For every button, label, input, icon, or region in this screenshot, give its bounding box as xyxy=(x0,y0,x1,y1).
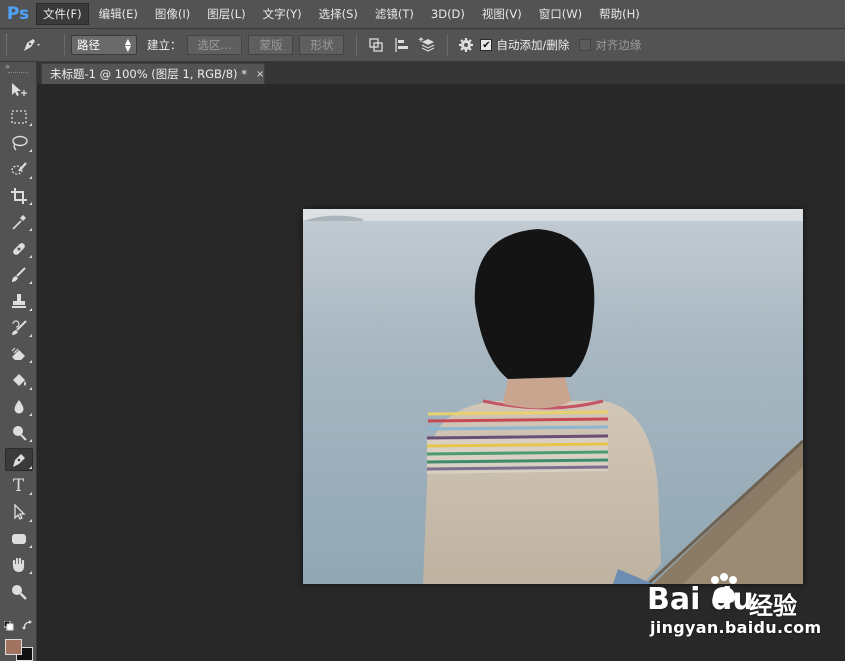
gear-icon xyxy=(459,38,474,52)
type-icon: T xyxy=(12,476,25,497)
type-tool[interactable]: T xyxy=(0,473,37,499)
crop-icon xyxy=(10,187,27,204)
menu-help[interactable]: 帮助(H) xyxy=(592,3,647,25)
align-edges-checkbox[interactable] xyxy=(579,39,592,51)
path-select-tool[interactable] xyxy=(0,499,37,525)
stamp-tool[interactable] xyxy=(0,288,37,314)
tools-panel: » T xyxy=(0,62,37,661)
document-tab-bar: 未标题-1 @ 100% (图层 1, RGB/8) * × xyxy=(37,62,845,84)
make-label: 建立： xyxy=(147,38,182,52)
shape-tool[interactable] xyxy=(0,526,37,552)
stamp-icon xyxy=(11,294,26,309)
collapse-arrows-icon[interactable]: » xyxy=(0,62,36,72)
pen-icon xyxy=(24,39,40,51)
separator xyxy=(356,34,358,56)
close-icon[interactable]: × xyxy=(256,69,264,80)
photoshop-logo: Ps xyxy=(6,4,30,24)
tool-preset-picker[interactable] xyxy=(20,33,58,57)
menu-bar: Ps 文件(F) 编辑(E) 图像(I) 图层(L) 文字(Y) 选择(S) 滤… xyxy=(0,0,845,29)
menu-type[interactable]: 文字(Y) xyxy=(256,3,309,25)
settings-button[interactable] xyxy=(454,33,480,57)
paint-bucket-tool[interactable] xyxy=(0,367,37,393)
path-operations-button[interactable] xyxy=(363,33,389,57)
color-swatches xyxy=(0,617,37,661)
zoom-icon xyxy=(11,584,27,600)
make-shape-button[interactable]: 形状 xyxy=(299,35,345,55)
foreground-color-swatch[interactable] xyxy=(5,639,22,655)
path-arrangement-icon xyxy=(419,37,435,52)
blur-drop-icon xyxy=(14,399,23,414)
blur-tool[interactable] xyxy=(0,394,37,420)
path-arrangement-button[interactable] xyxy=(415,33,441,57)
path-alignment-icon xyxy=(395,38,409,52)
menu-filter[interactable]: 滤镜(T) xyxy=(368,3,421,25)
align-edges-label: 对齐边缘 xyxy=(595,38,642,52)
eyedropper-icon xyxy=(11,215,26,230)
separator xyxy=(447,34,449,56)
menu-layer[interactable]: 图层(L) xyxy=(200,3,252,25)
make-selection-button[interactable]: 选区... xyxy=(186,35,243,55)
eyedropper-tool[interactable] xyxy=(0,209,37,235)
marquee-tool[interactable] xyxy=(0,103,37,129)
history-brush-tool[interactable] xyxy=(0,315,37,341)
document-tab-title: 未标题-1 @ 100% (图层 1, RGB/8) * xyxy=(50,67,247,81)
pen-tool[interactable] xyxy=(0,446,37,472)
auto-add-delete-label: 自动添加/删除 xyxy=(496,38,570,52)
move-tool[interactable] xyxy=(0,77,37,103)
updown-arrows-icon: ▲ ▼ xyxy=(124,37,131,53)
path-select-arrow-icon xyxy=(13,503,26,521)
options-grip[interactable] xyxy=(6,34,10,56)
default-colors-icon[interactable] xyxy=(4,621,14,631)
swap-colors-icon[interactable] xyxy=(22,620,34,632)
menu-edit[interactable]: 编辑(E) xyxy=(92,3,145,25)
pen-mode-value: 路径 xyxy=(77,38,100,52)
menu-3d[interactable]: 3D(D) xyxy=(424,4,472,24)
menu-image[interactable]: 图像(I) xyxy=(148,3,197,25)
paint-bucket-icon xyxy=(12,374,26,387)
brush-icon xyxy=(11,267,26,282)
bandage-icon xyxy=(12,242,25,255)
lasso-tool[interactable] xyxy=(0,130,37,156)
hand-tool[interactable] xyxy=(0,552,37,578)
lasso-icon xyxy=(11,135,28,151)
healing-tool[interactable] xyxy=(0,235,37,261)
menu-file[interactable]: 文件(F) xyxy=(36,3,89,25)
dodge-icon xyxy=(12,426,27,441)
path-alignment-button[interactable] xyxy=(389,33,415,57)
history-brush-icon xyxy=(11,319,27,335)
separator xyxy=(64,34,65,56)
photo-woman-by-sea xyxy=(303,209,803,584)
quick-select-icon xyxy=(10,162,27,176)
pen-mode-select[interactable]: 路径 ▲ ▼ xyxy=(71,35,137,55)
document-image[interactable] xyxy=(303,209,803,584)
menu-window[interactable]: 窗口(W) xyxy=(532,3,589,25)
rect-marquee-icon xyxy=(10,109,27,124)
move-icon xyxy=(11,83,27,97)
make-mask-button[interactable]: 蒙版 xyxy=(248,35,294,55)
hand-icon xyxy=(12,558,24,573)
zoom-tool[interactable] xyxy=(0,578,37,604)
menu-select[interactable]: 选择(S) xyxy=(312,3,365,25)
menu-view[interactable]: 视图(V) xyxy=(475,3,529,25)
document-tab[interactable]: 未标题-1 @ 100% (图层 1, RGB/8) * × xyxy=(41,63,265,84)
eraser-icon xyxy=(11,347,25,361)
pen-icon xyxy=(12,453,25,467)
crop-tool[interactable] xyxy=(0,183,37,209)
dodge-tool[interactable] xyxy=(0,420,37,446)
options-bar: 路径 ▲ ▼ 建立： 选区... 蒙版 形状 ✔ 自动添加/删除 对齐边缘 xyxy=(0,29,845,62)
rounded-rect-icon xyxy=(11,533,26,544)
quick-select-tool[interactable] xyxy=(0,156,37,182)
path-operations-icon xyxy=(369,38,384,52)
brush-tool[interactable] xyxy=(0,262,37,288)
eraser-tool[interactable] xyxy=(0,341,37,367)
auto-add-delete-checkbox[interactable]: ✔ xyxy=(480,39,493,51)
